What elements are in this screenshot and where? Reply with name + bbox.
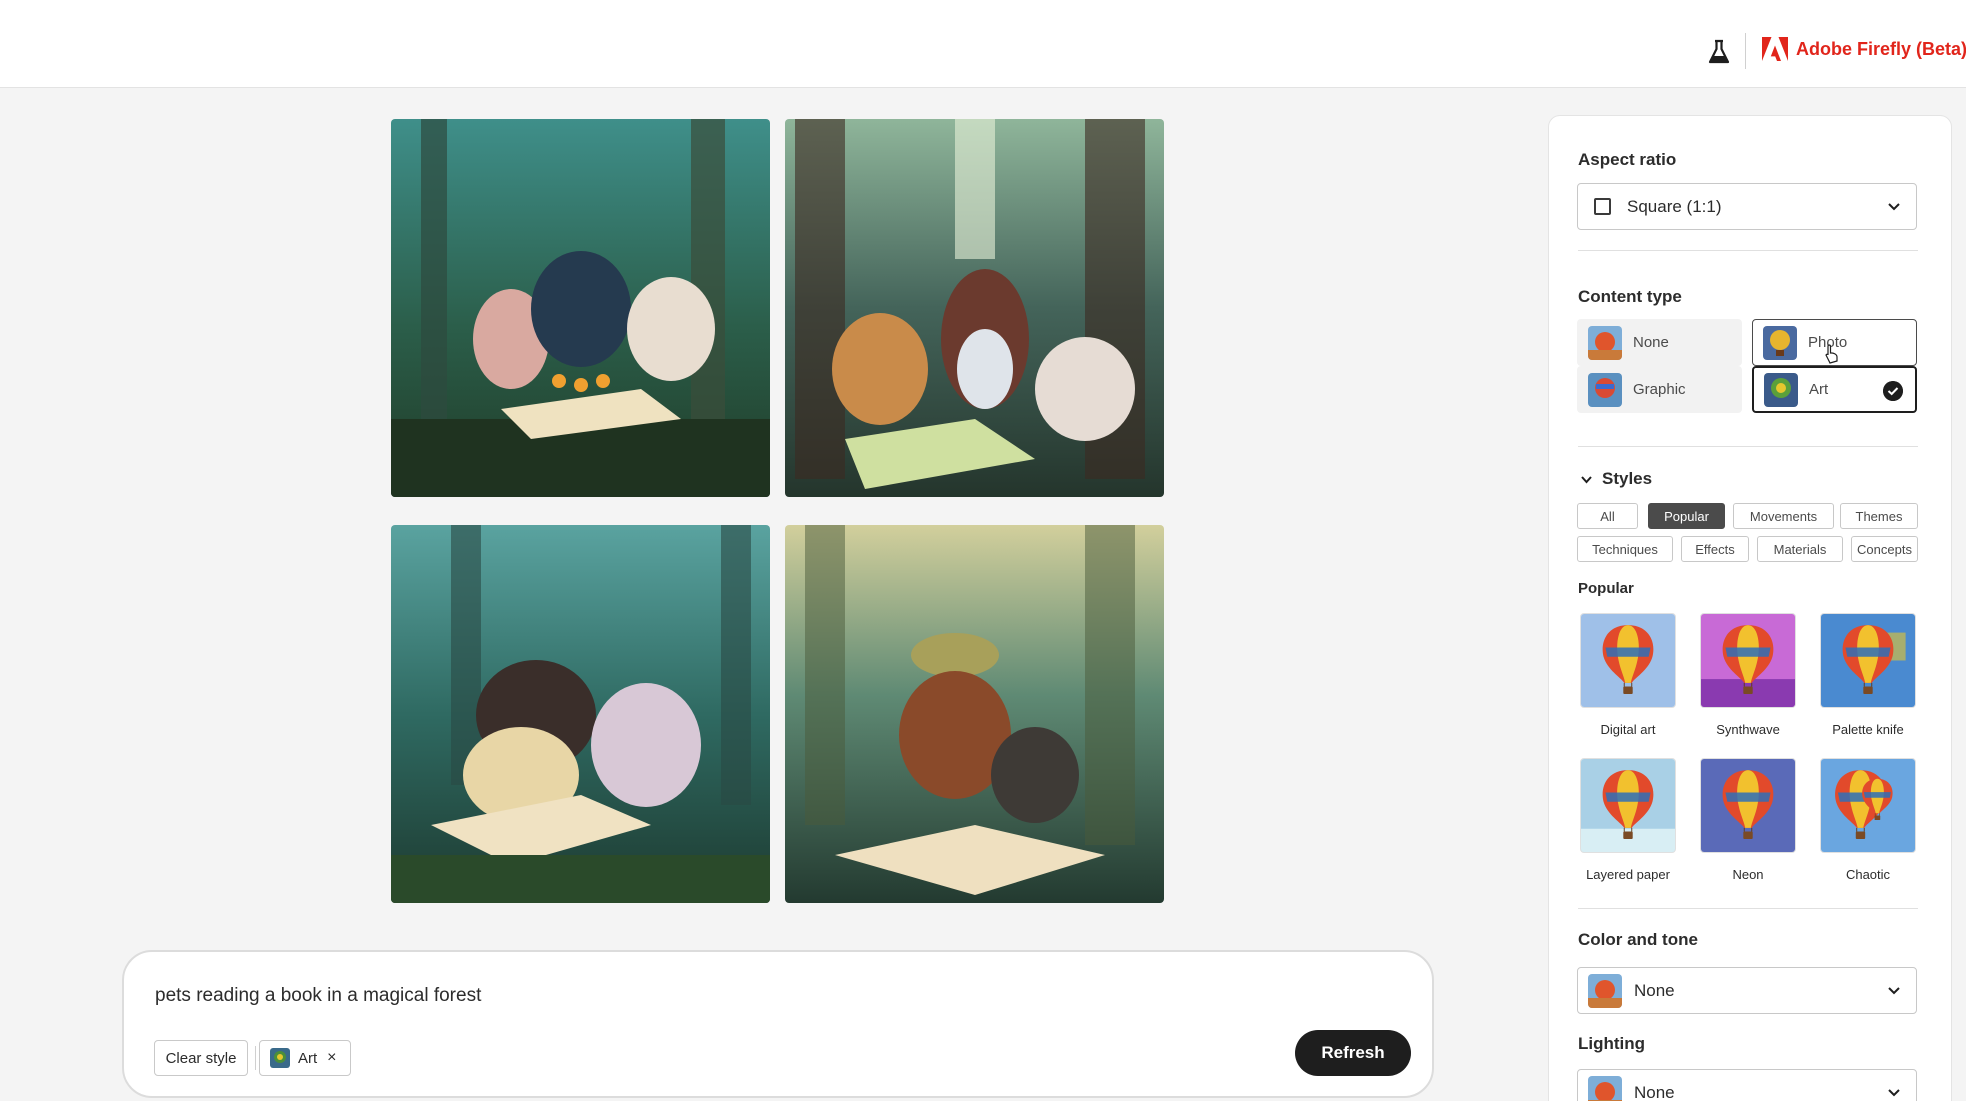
chevron-down-icon	[1888, 987, 1900, 995]
chevron-down-icon	[1888, 203, 1900, 211]
hand-cursor-icon	[1825, 344, 1838, 364]
chaotic-thumbnail	[1820, 758, 1916, 853]
square-icon	[1594, 198, 1611, 215]
none-thumb-icon	[1588, 325, 1622, 360]
popular-heading: Popular	[1578, 580, 1634, 597]
checkmark-icon	[1883, 381, 1903, 401]
style-tile-synthwave[interactable]: Synthwave	[1700, 613, 1796, 737]
content-type-art-label: Art	[1809, 381, 1829, 398]
app-viewport: Adobe Firefly (Beta) pets reading a book…	[0, 13, 1966, 1101]
close-icon[interactable]: ×	[327, 1049, 336, 1067]
style-tile-palette-knife[interactable]: Palette knife	[1820, 613, 1916, 737]
style-tile-neon[interactable]: Neon	[1700, 758, 1796, 882]
none-thumb-icon	[1588, 973, 1622, 1008]
palette-knife-thumbnail	[1820, 613, 1916, 708]
filter-popular[interactable]: Popular	[1648, 503, 1725, 529]
prompt-input[interactable]: pets reading a book in a magical forest	[155, 985, 481, 1007]
applied-style-chip[interactable]: Art ×	[259, 1040, 351, 1076]
brand[interactable]: Adobe Firefly (Beta)	[1762, 37, 1966, 61]
divider	[1578, 908, 1918, 909]
generated-image-2[interactable]	[785, 119, 1164, 497]
content-type-graphic[interactable]: Graphic	[1577, 366, 1742, 413]
graphic-thumb-icon	[1588, 372, 1622, 407]
refresh-button[interactable]: Refresh	[1295, 1030, 1411, 1076]
chevron-down-icon	[1888, 1089, 1900, 1097]
lighting-value: None	[1634, 1082, 1675, 1101]
content-type-heading: Content type	[1578, 287, 1682, 306]
content-type-none[interactable]: None	[1577, 319, 1742, 366]
digital-art-thumbnail	[1580, 613, 1676, 708]
filter-materials[interactable]: Materials	[1757, 536, 1843, 562]
filter-all[interactable]: All	[1577, 503, 1638, 529]
lighting-select[interactable]: None	[1577, 1069, 1917, 1101]
none-thumb-icon	[1588, 1075, 1622, 1101]
divider	[1578, 250, 1918, 251]
content-type-none-label: None	[1633, 334, 1669, 351]
style-tile-digital-art[interactable]: Digital art	[1580, 613, 1676, 737]
filter-concepts[interactable]: Concepts	[1851, 536, 1918, 562]
chip-divider	[255, 1046, 256, 1070]
layered-paper-thumbnail	[1580, 758, 1676, 853]
style-label: Digital art	[1600, 722, 1656, 737]
lighting-heading: Lighting	[1578, 1034, 1646, 1053]
aspect-ratio-select[interactable]: Square (1:1)	[1577, 183, 1917, 230]
color-and-tone-heading: Color and tone	[1578, 930, 1698, 949]
styles-heading: Styles	[1602, 469, 1653, 488]
style-tile-chaotic[interactable]: Chaotic	[1820, 758, 1916, 882]
style-label: Layered paper	[1586, 867, 1670, 882]
content-type-photo[interactable]: Photo	[1752, 319, 1917, 366]
content-type-art[interactable]: Art	[1752, 366, 1917, 413]
beaker-icon[interactable]	[1708, 39, 1730, 65]
filter-themes[interactable]: Themes	[1840, 503, 1918, 529]
top-bar: Adobe Firefly (Beta)	[0, 13, 1966, 88]
aspect-ratio-value: Square (1:1)	[1627, 196, 1722, 216]
header-divider	[1745, 33, 1746, 69]
art-thumb-icon	[1764, 372, 1798, 407]
content-type-graphic-label: Graphic	[1633, 381, 1686, 398]
clear-style-button[interactable]: Clear style	[154, 1040, 248, 1076]
generated-image-3[interactable]	[391, 525, 770, 903]
style-label: Neon	[1732, 867, 1764, 882]
filter-effects[interactable]: Effects	[1681, 536, 1749, 562]
prompt-box: pets reading a book in a magical forest …	[122, 950, 1434, 1098]
styles-toggle[interactable]: Styles	[1580, 469, 1652, 489]
style-label: Palette knife	[1832, 722, 1904, 737]
filter-movements[interactable]: Movements	[1733, 503, 1834, 529]
style-tile-layered-paper[interactable]: Layered paper	[1580, 758, 1676, 882]
generated-image-4[interactable]	[785, 525, 1164, 903]
neon-thumbnail	[1700, 758, 1796, 853]
brand-name: Adobe Firefly (Beta)	[1796, 38, 1966, 59]
settings-panel: Aspect ratio Square (1:1) Content type N…	[1548, 115, 1952, 1101]
divider	[1578, 446, 1918, 447]
applied-style-label: Art	[298, 1049, 318, 1067]
generated-image-1[interactable]	[391, 119, 770, 497]
art-style-icon	[270, 1048, 290, 1068]
style-label: Chaotic	[1845, 867, 1891, 882]
color-and-tone-select[interactable]: None	[1577, 967, 1917, 1014]
style-label: Synthwave	[1716, 722, 1780, 737]
aspect-ratio-heading: Aspect ratio	[1578, 150, 1677, 169]
synthwave-thumbnail	[1700, 613, 1796, 708]
adobe-logo-icon	[1762, 37, 1788, 61]
chevron-down-icon	[1581, 475, 1592, 483]
photo-thumb-icon	[1763, 325, 1797, 360]
filter-techniques[interactable]: Techniques	[1577, 536, 1673, 562]
color-and-tone-value: None	[1634, 980, 1675, 1000]
